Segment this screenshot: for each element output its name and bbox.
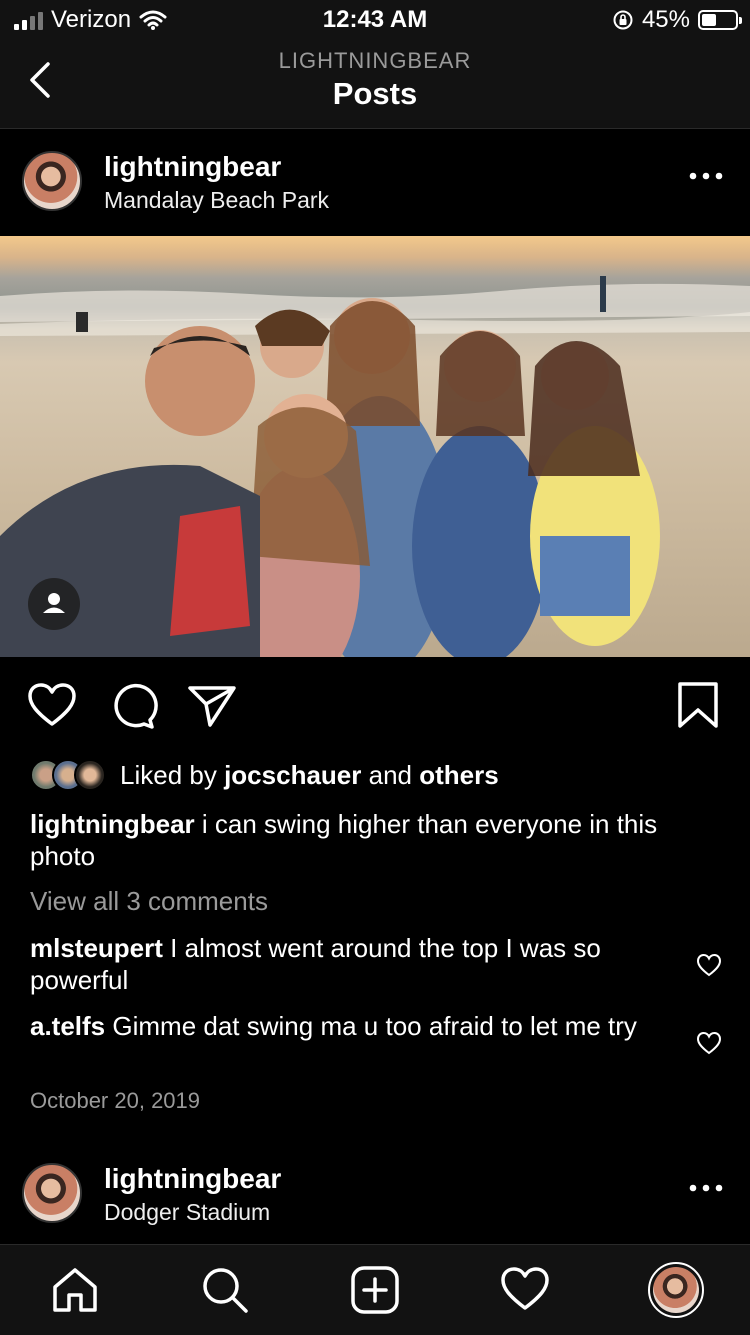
liked-by-user[interactable]: jocschauer xyxy=(224,760,361,790)
view-all-comments-link[interactable]: View all 3 comments xyxy=(30,886,268,917)
more-options-icon[interactable] xyxy=(688,169,724,183)
page-title: Posts xyxy=(332,76,418,111)
bottom-tab-bar xyxy=(0,1244,750,1335)
activity-heart-icon xyxy=(501,1267,549,1310)
avatar[interactable] xyxy=(22,1163,82,1223)
post-username[interactable]: lightningbear xyxy=(104,151,281,183)
beach-group-photo xyxy=(0,276,750,657)
liker-avatar xyxy=(74,759,106,791)
caption-username[interactable]: lightningbear xyxy=(30,809,195,839)
battery-icon xyxy=(698,10,742,30)
navigation-bar: LIGHTNINGBEAR Posts xyxy=(0,40,750,129)
liked-by-others[interactable]: others xyxy=(419,760,498,790)
comment-text: Gimme dat swing ma u too afraid to let m… xyxy=(112,1011,637,1041)
comment-item: mlsteupert I almost went around the top … xyxy=(30,932,680,996)
liked-by-prefix: Liked by xyxy=(120,759,217,790)
share-paper-plane-icon[interactable] xyxy=(186,680,238,732)
comment-username[interactable]: a.telfs xyxy=(30,1011,105,1041)
new-post-icon xyxy=(351,1266,399,1314)
tab-new-post[interactable] xyxy=(350,1265,400,1315)
tab-activity[interactable] xyxy=(500,1265,550,1315)
battery-percent: 45% xyxy=(641,6,690,33)
liked-by-text: Liked by jocschauer and others xyxy=(120,760,499,791)
likes-summary[interactable]: Liked by jocschauer and others xyxy=(30,756,499,794)
tab-profile-avatar[interactable] xyxy=(648,1262,704,1318)
post-header: lightningbear Mandalay Beach Park xyxy=(0,129,750,235)
post-username[interactable]: lightningbear xyxy=(104,1163,281,1195)
status-bar: Verizon 12:43 AM 45% xyxy=(0,0,750,40)
comment-like-heart-icon[interactable] xyxy=(696,1031,722,1055)
comment-icon[interactable] xyxy=(106,680,158,732)
tab-search[interactable] xyxy=(200,1265,250,1315)
like-heart-icon[interactable] xyxy=(26,680,78,732)
battery-level xyxy=(702,14,717,26)
search-icon xyxy=(203,1268,248,1313)
comment-like-heart-icon[interactable] xyxy=(696,953,722,977)
next-post-header: lightningbear Dodger Stadium xyxy=(0,1141,750,1247)
avatar xyxy=(653,1267,699,1313)
post-location[interactable]: Dodger Stadium xyxy=(104,1199,270,1226)
home-icon xyxy=(53,1268,97,1312)
save-bookmark-icon[interactable] xyxy=(676,680,720,732)
post-date: October 20, 2019 xyxy=(30,1088,201,1113)
comment-item: a.telfs Gimme dat swing ma u too afraid … xyxy=(30,1010,680,1042)
rotation-lock-icon xyxy=(613,10,633,30)
tab-home[interactable] xyxy=(50,1265,100,1315)
battery-group: 45% xyxy=(612,6,742,34)
person-icon xyxy=(43,593,65,613)
liked-by-and: and xyxy=(368,759,412,790)
profile-username-subtitle: LIGHTNINGBEAR xyxy=(278,48,472,73)
post-actions xyxy=(0,680,750,734)
tagged-people-button[interactable] xyxy=(28,578,80,630)
post-photo[interactable] xyxy=(0,236,750,657)
post-caption: lightningbear i can swing higher than ev… xyxy=(30,808,690,872)
post-location[interactable]: Mandalay Beach Park xyxy=(104,187,329,214)
avatar[interactable] xyxy=(22,151,82,211)
more-options-icon[interactable] xyxy=(688,1181,724,1195)
comment-username[interactable]: mlsteupert xyxy=(30,933,163,963)
